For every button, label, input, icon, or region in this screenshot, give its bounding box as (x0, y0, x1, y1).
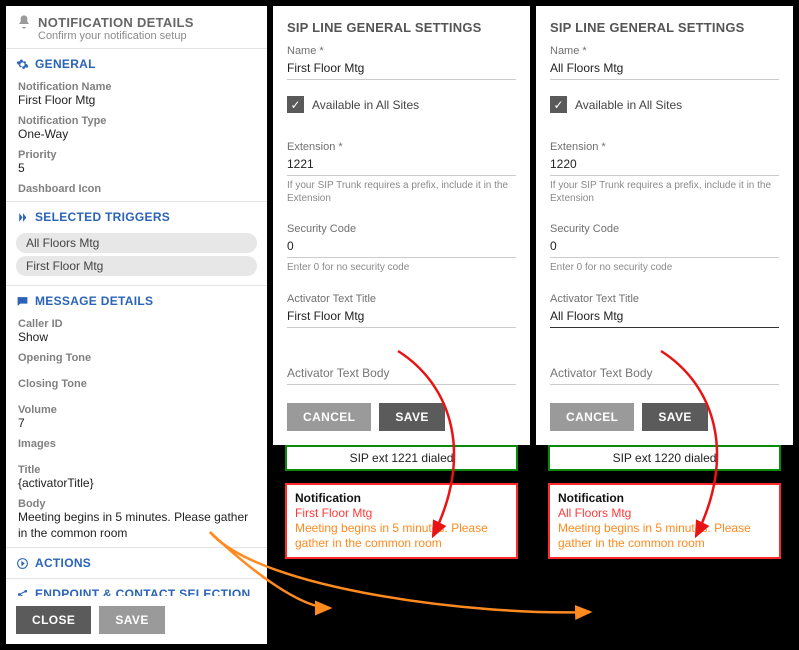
panel-title: NOTIFICATION DETAILS (38, 15, 194, 30)
name-label: Notification Name (6, 77, 267, 93)
sip-settings-panel-2: SIP LINE GENERAL SETTINGS Name * ✓ Avail… (536, 6, 793, 445)
activator-title-label: Activator Text Title (287, 293, 516, 305)
available-checkbox[interactable]: ✓ (287, 96, 304, 113)
section-selected-triggers[interactable]: SELECTED TRIGGERS (6, 204, 267, 230)
volume-label: Volume (6, 400, 267, 416)
notification-preview: Notification First Floor Mtg Meeting beg… (285, 483, 518, 559)
available-label: Available in All Sites (575, 98, 682, 112)
extension-input[interactable] (287, 155, 516, 176)
volume-value: 7 (6, 416, 267, 434)
dashboard-icon-label: Dashboard Icon (6, 179, 267, 195)
section-endpoint-contact[interactable]: ENDPOINT & CONTACT SELECTION (6, 581, 267, 596)
trigger-item[interactable]: All Floors Mtg (16, 233, 257, 253)
save-button[interactable]: SAVE (379, 403, 444, 431)
name-label: Name * (287, 45, 516, 57)
available-checkbox[interactable]: ✓ (550, 96, 567, 113)
share-icon (16, 588, 29, 596)
notification-body: Meeting begins in 5 minutes. Please gath… (295, 521, 508, 551)
close-button[interactable]: CLOSE (16, 606, 91, 634)
title-value: {activatorTitle} (6, 476, 267, 494)
activator-body-input[interactable] (550, 364, 779, 385)
opening-tone-label: Opening Tone (6, 348, 267, 364)
body-label: Body (6, 494, 267, 510)
security-label: Security Code (287, 223, 516, 235)
chevrons-right-icon (16, 211, 29, 224)
priority-value: 5 (6, 161, 267, 179)
extension-help: If your SIP Trunk requires a prefix, inc… (287, 180, 516, 205)
notification-details-panel: NOTIFICATION DETAILS Confirm your notifi… (6, 6, 267, 644)
name-label: Name * (550, 45, 779, 57)
extension-input[interactable] (550, 155, 779, 176)
security-input[interactable] (550, 237, 779, 258)
name-value: First Floor Mtg (6, 93, 267, 111)
security-label: Security Code (550, 223, 779, 235)
ext-dialed-box: SIP ext 1220 dialed (548, 445, 781, 471)
extension-help: If your SIP Trunk requires a prefix, inc… (550, 180, 779, 205)
closing-tone-label: Closing Tone (6, 374, 267, 390)
sip-title: SIP LINE GENERAL SETTINGS (287, 20, 516, 35)
chevron-right-circle-icon (16, 557, 29, 570)
security-input[interactable] (287, 237, 516, 258)
activator-title-label: Activator Text Title (550, 293, 779, 305)
type-label: Notification Type (6, 111, 267, 127)
notification-body: Meeting begins in 5 minutes. Please gath… (558, 521, 771, 551)
title-label: Title (6, 460, 267, 476)
activator-title-input[interactable] (287, 307, 516, 328)
section-general[interactable]: GENERAL (6, 51, 267, 77)
security-help: Enter 0 for no security code (550, 262, 779, 275)
notification-heading: Notification (295, 491, 508, 506)
gear-icon (16, 58, 29, 71)
body-value: Meeting begins in 5 minutes. Please gath… (6, 510, 267, 545)
trigger-item[interactable]: First Floor Mtg (16, 256, 257, 276)
notification-preview: Notification All Floors Mtg Meeting begi… (548, 483, 781, 559)
callerid-label: Caller ID (6, 314, 267, 330)
name-input[interactable] (287, 59, 516, 80)
section-message-details[interactable]: MESSAGE DETAILS (6, 288, 267, 314)
type-value: One-Way (6, 127, 267, 145)
sip-title: SIP LINE GENERAL SETTINGS (550, 20, 779, 35)
save-button[interactable]: SAVE (642, 403, 707, 431)
extension-label: Extension * (287, 141, 516, 153)
ext-dialed-box: SIP ext 1221 dialed (285, 445, 518, 471)
callerid-value: Show (6, 330, 267, 348)
cancel-button[interactable]: CANCEL (550, 403, 634, 431)
priority-label: Priority (6, 145, 267, 161)
security-help: Enter 0 for no security code (287, 262, 516, 275)
images-label: Images (6, 434, 267, 450)
bell-icon (16, 14, 32, 30)
cancel-button[interactable]: CANCEL (287, 403, 371, 431)
panel-subtitle: Confirm your notification setup (6, 30, 267, 46)
available-label: Available in All Sites (312, 98, 419, 112)
message-icon (16, 295, 29, 308)
notification-title: First Floor Mtg (295, 506, 508, 521)
extension-label: Extension * (550, 141, 779, 153)
notification-title: All Floors Mtg (558, 506, 771, 521)
save-button[interactable]: SAVE (99, 606, 164, 634)
name-input[interactable] (550, 59, 779, 80)
activator-body-input[interactable] (287, 364, 516, 385)
sip-settings-panel-1: SIP LINE GENERAL SETTINGS Name * ✓ Avail… (273, 6, 530, 445)
section-actions[interactable]: ACTIONS (6, 550, 267, 576)
activator-title-input[interactable] (550, 307, 779, 328)
notification-heading: Notification (558, 491, 771, 506)
